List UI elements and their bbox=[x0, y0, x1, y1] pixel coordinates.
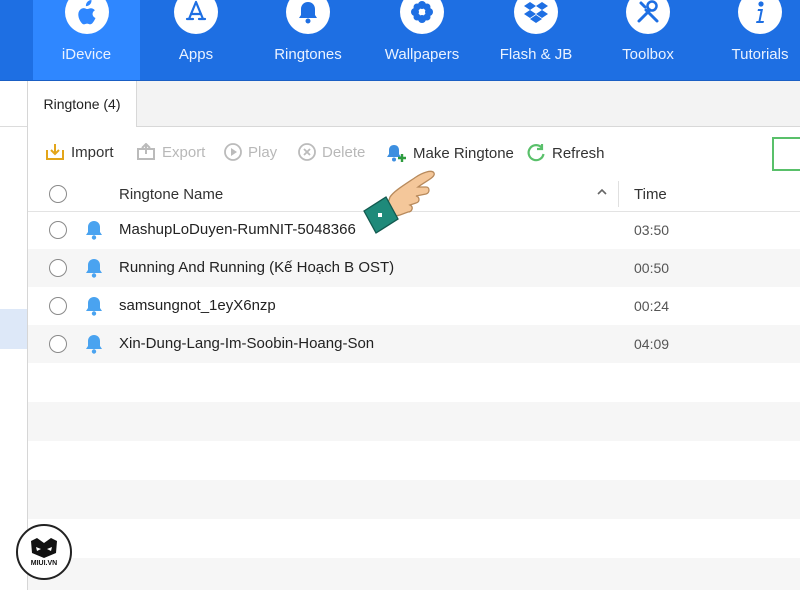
nav-wallpapers[interactable]: Wallpapers bbox=[372, 0, 472, 80]
ringtone-name: MashupLoDuyen-RumNIT-5048366 bbox=[119, 221, 356, 238]
sort-chevron-up-icon[interactable] bbox=[595, 185, 609, 203]
apple-icon bbox=[64, 0, 109, 34]
nav-toolbox[interactable]: Toolbox bbox=[600, 0, 696, 80]
bell-icon bbox=[84, 220, 104, 244]
tab-strip: Ringtone (4) bbox=[28, 81, 800, 127]
import-label: Import bbox=[71, 143, 114, 161]
make-ringtone-label: Make Ringtone bbox=[413, 144, 514, 162]
table-row[interactable]: Running And Running (Kế Hoạch B OST) 00:… bbox=[28, 249, 800, 287]
empty-row bbox=[28, 519, 800, 558]
empty-row bbox=[28, 402, 800, 441]
ringtone-name: Running And Running (Kế Hoạch B OST) bbox=[119, 259, 395, 276]
empty-row bbox=[28, 441, 800, 480]
empty-row bbox=[28, 363, 800, 402]
tab-ringtone[interactable]: Ringtone (4) bbox=[28, 81, 137, 127]
column-header-name[interactable]: Ringtone Name bbox=[119, 186, 223, 203]
sidebar bbox=[0, 81, 28, 590]
nav-idevice[interactable]: iDevice bbox=[33, 0, 140, 80]
import-button[interactable]: Import bbox=[45, 143, 114, 161]
row-radio[interactable] bbox=[49, 335, 67, 353]
watermark-logo: MIUI.VN bbox=[16, 524, 72, 580]
info-icon bbox=[738, 0, 782, 34]
empty-row bbox=[28, 558, 800, 590]
nav-ringtones[interactable]: Ringtones bbox=[257, 0, 359, 80]
ringtone-time: 03:50 bbox=[634, 222, 670, 238]
export-button[interactable]: Export bbox=[136, 143, 205, 161]
table-row[interactable]: samsungnot_1eyX6nzp 00:24 bbox=[28, 287, 800, 325]
import-icon bbox=[45, 143, 65, 161]
nav-label: Wallpapers bbox=[384, 46, 460, 63]
dropbox-icon bbox=[514, 0, 558, 34]
play-button[interactable]: Play bbox=[224, 143, 277, 161]
bell-plus-icon bbox=[385, 143, 407, 163]
delete-label: Delete bbox=[322, 143, 366, 161]
ringtone-time: 00:50 bbox=[634, 260, 670, 276]
refresh-icon bbox=[526, 143, 546, 163]
pointing-hand-icon bbox=[360, 165, 440, 245]
empty-row bbox=[28, 480, 800, 519]
refresh-label: Refresh bbox=[552, 144, 605, 162]
view-toggle-box[interactable] bbox=[772, 137, 800, 171]
nav-apps[interactable]: Apps bbox=[143, 0, 249, 80]
nav-label: Tutorials bbox=[731, 46, 789, 63]
top-nav-bar: iDevice Apps Ringtones Wallpapers Flash … bbox=[0, 0, 800, 81]
nav-label: Apps bbox=[178, 46, 214, 63]
bell-icon bbox=[286, 0, 330, 34]
play-icon bbox=[224, 143, 242, 161]
row-radio[interactable] bbox=[49, 259, 67, 277]
bell-icon bbox=[84, 334, 104, 358]
ringtone-time: 04:09 bbox=[634, 336, 670, 352]
flower-icon bbox=[400, 0, 444, 34]
select-all-radio[interactable] bbox=[49, 185, 67, 203]
nav-label: Ringtones bbox=[274, 46, 342, 63]
nav-label: Toolbox bbox=[622, 46, 674, 63]
column-separator bbox=[618, 181, 619, 207]
ringtone-time: 00:24 bbox=[634, 298, 670, 314]
export-icon bbox=[136, 143, 156, 161]
row-radio[interactable] bbox=[49, 297, 67, 315]
nav-flash-jb[interactable]: Flash & JB bbox=[488, 0, 584, 80]
bell-icon bbox=[84, 296, 104, 320]
nav-tutorials[interactable]: Tutorials bbox=[712, 0, 800, 80]
delete-icon bbox=[298, 143, 316, 161]
ringtone-name: samsungnot_1eyX6nzp bbox=[119, 297, 276, 314]
delete-button[interactable]: Delete bbox=[298, 143, 365, 161]
table-row[interactable]: Xin-Dung-Lang-Im-Soobin-Hoang-Son 04:09 bbox=[28, 325, 800, 363]
nav-label: Flash & JB bbox=[499, 46, 573, 63]
bell-icon bbox=[84, 258, 104, 282]
export-label: Export bbox=[162, 143, 206, 161]
play-label: Play bbox=[248, 143, 278, 161]
refresh-button[interactable]: Refresh bbox=[526, 143, 605, 163]
ringtone-name: Xin-Dung-Lang-Im-Soobin-Hoang-Son bbox=[119, 335, 375, 352]
mask-icon bbox=[31, 538, 57, 558]
column-header-time[interactable]: Time bbox=[634, 186, 667, 203]
sidebar-item-selected[interactable] bbox=[0, 309, 27, 349]
app-store-icon bbox=[174, 0, 218, 34]
make-ringtone-button[interactable]: Make Ringtone bbox=[385, 143, 514, 163]
nav-label: iDevice bbox=[61, 46, 112, 63]
tools-icon bbox=[626, 0, 670, 34]
row-radio[interactable] bbox=[49, 221, 67, 239]
watermark-text: MIUI.VN bbox=[30, 560, 58, 567]
sidebar-divider bbox=[0, 126, 27, 127]
